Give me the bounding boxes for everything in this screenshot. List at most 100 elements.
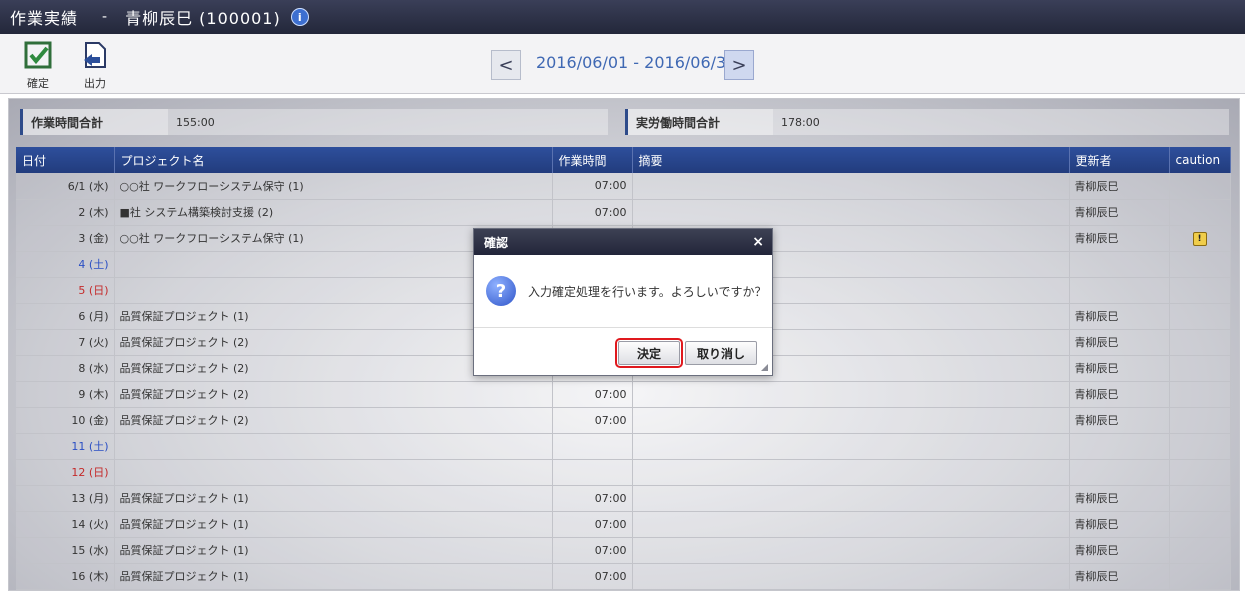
time-cell: 07:00 bbox=[552, 563, 633, 590]
time-cell: 07:00 bbox=[552, 407, 633, 434]
prev-month-button[interactable]: < bbox=[491, 50, 521, 80]
updater-cell: 青柳辰巳 bbox=[1069, 355, 1170, 382]
project-cell: 品質保証プロジェクト (1) bbox=[114, 511, 553, 538]
dialog-message: 入力確定処理を行います。よろしいですか？ bbox=[528, 284, 767, 299]
column-header-caution[interactable]: caution bbox=[1169, 147, 1231, 173]
column-header-summary[interactable]: 摘要 bbox=[632, 147, 1070, 173]
summary-cell bbox=[632, 381, 1070, 408]
project-cell: ■社 システム構築検討支援 (2) bbox=[114, 199, 553, 226]
caution-cell bbox=[1169, 485, 1231, 512]
user-name: 青柳辰巳 (100001) bbox=[125, 9, 281, 28]
caution-cell: ! bbox=[1169, 225, 1231, 252]
date-cell: 15 (水) bbox=[16, 537, 115, 564]
title-separator: - bbox=[102, 9, 108, 25]
output-button[interactable]: 出力 bbox=[75, 40, 115, 91]
next-month-button[interactable]: > bbox=[724, 50, 754, 80]
question-icon: ? bbox=[486, 276, 516, 306]
time-cell: 07:00 bbox=[552, 381, 633, 408]
time-cell: 07:00 bbox=[552, 485, 633, 512]
info-icon[interactable]: i bbox=[290, 8, 309, 26]
date-cell: 8 (水) bbox=[16, 355, 115, 382]
project-cell: 品質保証プロジェクト (2) bbox=[114, 381, 553, 408]
window-title: 作業実績 bbox=[10, 9, 79, 28]
title-bar: 作業実績 - 青柳辰巳 (100001) i bbox=[0, 0, 1245, 34]
check-icon bbox=[24, 41, 52, 69]
summary-cell bbox=[632, 433, 1070, 460]
table-row[interactable]: 2 (木) ■社 システム構築検討支援 (2) 07:00 青柳辰巳 bbox=[16, 199, 1231, 226]
project-cell bbox=[114, 433, 553, 460]
dialog-header: 確認 × bbox=[474, 229, 772, 255]
date-cell: 6 (月) bbox=[16, 303, 115, 330]
caution-cell bbox=[1169, 537, 1231, 564]
updater-cell: 青柳辰巳 bbox=[1069, 329, 1170, 356]
caution-icon[interactable]: ! bbox=[1192, 231, 1207, 246]
date-cell: 13 (月) bbox=[16, 485, 115, 512]
date-cell: 5 (日) bbox=[16, 277, 115, 304]
actual-total-summary: 実労働時間合計 178:00 bbox=[625, 109, 1229, 135]
table-row[interactable]: 11 (土) bbox=[16, 433, 1231, 460]
updater-cell: 青柳辰巳 bbox=[1069, 511, 1170, 538]
output-label: 出力 bbox=[84, 77, 106, 90]
date-range: 2016/06/01 - 2016/06/30 bbox=[536, 53, 737, 72]
table-row[interactable]: 6/1 (水) ○○社 ワークフローシステム保守 (1) 07:00 青柳辰巳 bbox=[16, 173, 1231, 200]
project-cell bbox=[114, 459, 553, 486]
export-icon bbox=[84, 42, 106, 68]
column-header-time[interactable]: 作業時間 bbox=[552, 147, 633, 173]
summary-cell bbox=[632, 199, 1070, 226]
caution-cell bbox=[1169, 355, 1231, 382]
confirm-button[interactable]: 確定 bbox=[18, 40, 58, 91]
work-total-summary: 作業時間合計 155:00 bbox=[20, 109, 608, 135]
table-row[interactable]: 15 (水) 品質保証プロジェクト (1) 07:00 青柳辰巳 bbox=[16, 537, 1231, 564]
resize-grip[interactable] bbox=[761, 364, 768, 371]
summary-cell bbox=[632, 407, 1070, 434]
table-row[interactable]: 13 (月) 品質保証プロジェクト (1) 07:00 青柳辰巳 bbox=[16, 485, 1231, 512]
cancel-button[interactable]: 取り消し bbox=[685, 341, 757, 365]
column-header-project[interactable]: プロジェクト名 bbox=[114, 147, 553, 173]
updater-cell bbox=[1069, 459, 1170, 486]
table-row[interactable]: 9 (木) 品質保証プロジェクト (2) 07:00 青柳辰巳 bbox=[16, 381, 1231, 408]
time-cell: 07:00 bbox=[552, 173, 633, 200]
caution-cell bbox=[1169, 433, 1231, 460]
date-cell: 3 (金) bbox=[16, 225, 115, 252]
date-cell: 11 (土) bbox=[16, 433, 115, 460]
table-row[interactable]: 12 (日) bbox=[16, 459, 1231, 486]
time-cell: 07:00 bbox=[552, 199, 633, 226]
summary-cell bbox=[632, 459, 1070, 486]
updater-cell: 青柳辰巳 bbox=[1069, 537, 1170, 564]
close-icon[interactable]: × bbox=[752, 234, 764, 250]
updater-cell: 青柳辰巳 bbox=[1069, 407, 1170, 434]
column-header-updater[interactable]: 更新者 bbox=[1069, 147, 1170, 173]
project-cell: 品質保証プロジェクト (1) bbox=[114, 537, 553, 564]
date-cell: 9 (木) bbox=[16, 381, 115, 408]
caution-cell bbox=[1169, 511, 1231, 538]
caution-cell bbox=[1169, 563, 1231, 590]
dialog-title: 確認 bbox=[484, 235, 509, 250]
summary-cell bbox=[632, 563, 1070, 590]
time-cell bbox=[552, 433, 633, 460]
work-total-label: 作業時間合計 bbox=[20, 109, 168, 135]
time-cell: 07:00 bbox=[552, 511, 633, 538]
updater-cell bbox=[1069, 251, 1170, 278]
date-cell: 10 (金) bbox=[16, 407, 115, 434]
updater-cell bbox=[1069, 433, 1170, 460]
summary-cell bbox=[632, 537, 1070, 564]
column-header-date[interactable]: 日付 bbox=[16, 147, 115, 173]
table-row[interactable]: 16 (木) 品質保証プロジェクト (1) 07:00 青柳辰巳 bbox=[16, 563, 1231, 590]
caution-cell bbox=[1169, 277, 1231, 304]
caution-cell bbox=[1169, 381, 1231, 408]
date-cell: 14 (火) bbox=[16, 511, 115, 538]
work-total-value: 155:00 bbox=[168, 109, 608, 135]
actual-total-label: 実労働時間合計 bbox=[625, 109, 773, 135]
table-row[interactable]: 14 (火) 品質保証プロジェクト (1) 07:00 青柳辰巳 bbox=[16, 511, 1231, 538]
caution-cell bbox=[1169, 303, 1231, 330]
ok-button[interactable]: 決定 bbox=[615, 338, 683, 368]
dialog-body: ? 入力確定処理を行います。よろしいですか？ bbox=[474, 255, 772, 328]
updater-cell: 青柳辰巳 bbox=[1069, 225, 1170, 252]
table-row[interactable]: 10 (金) 品質保証プロジェクト (2) 07:00 青柳辰巳 bbox=[16, 407, 1231, 434]
updater-cell: 青柳辰巳 bbox=[1069, 199, 1170, 226]
project-cell: 品質保証プロジェクト (1) bbox=[114, 485, 553, 512]
date-cell: 7 (火) bbox=[16, 329, 115, 356]
caution-cell bbox=[1169, 459, 1231, 486]
summary-cell bbox=[632, 485, 1070, 512]
table-header-row: 日付 プロジェクト名 作業時間 摘要 更新者 caution bbox=[16, 147, 1231, 173]
